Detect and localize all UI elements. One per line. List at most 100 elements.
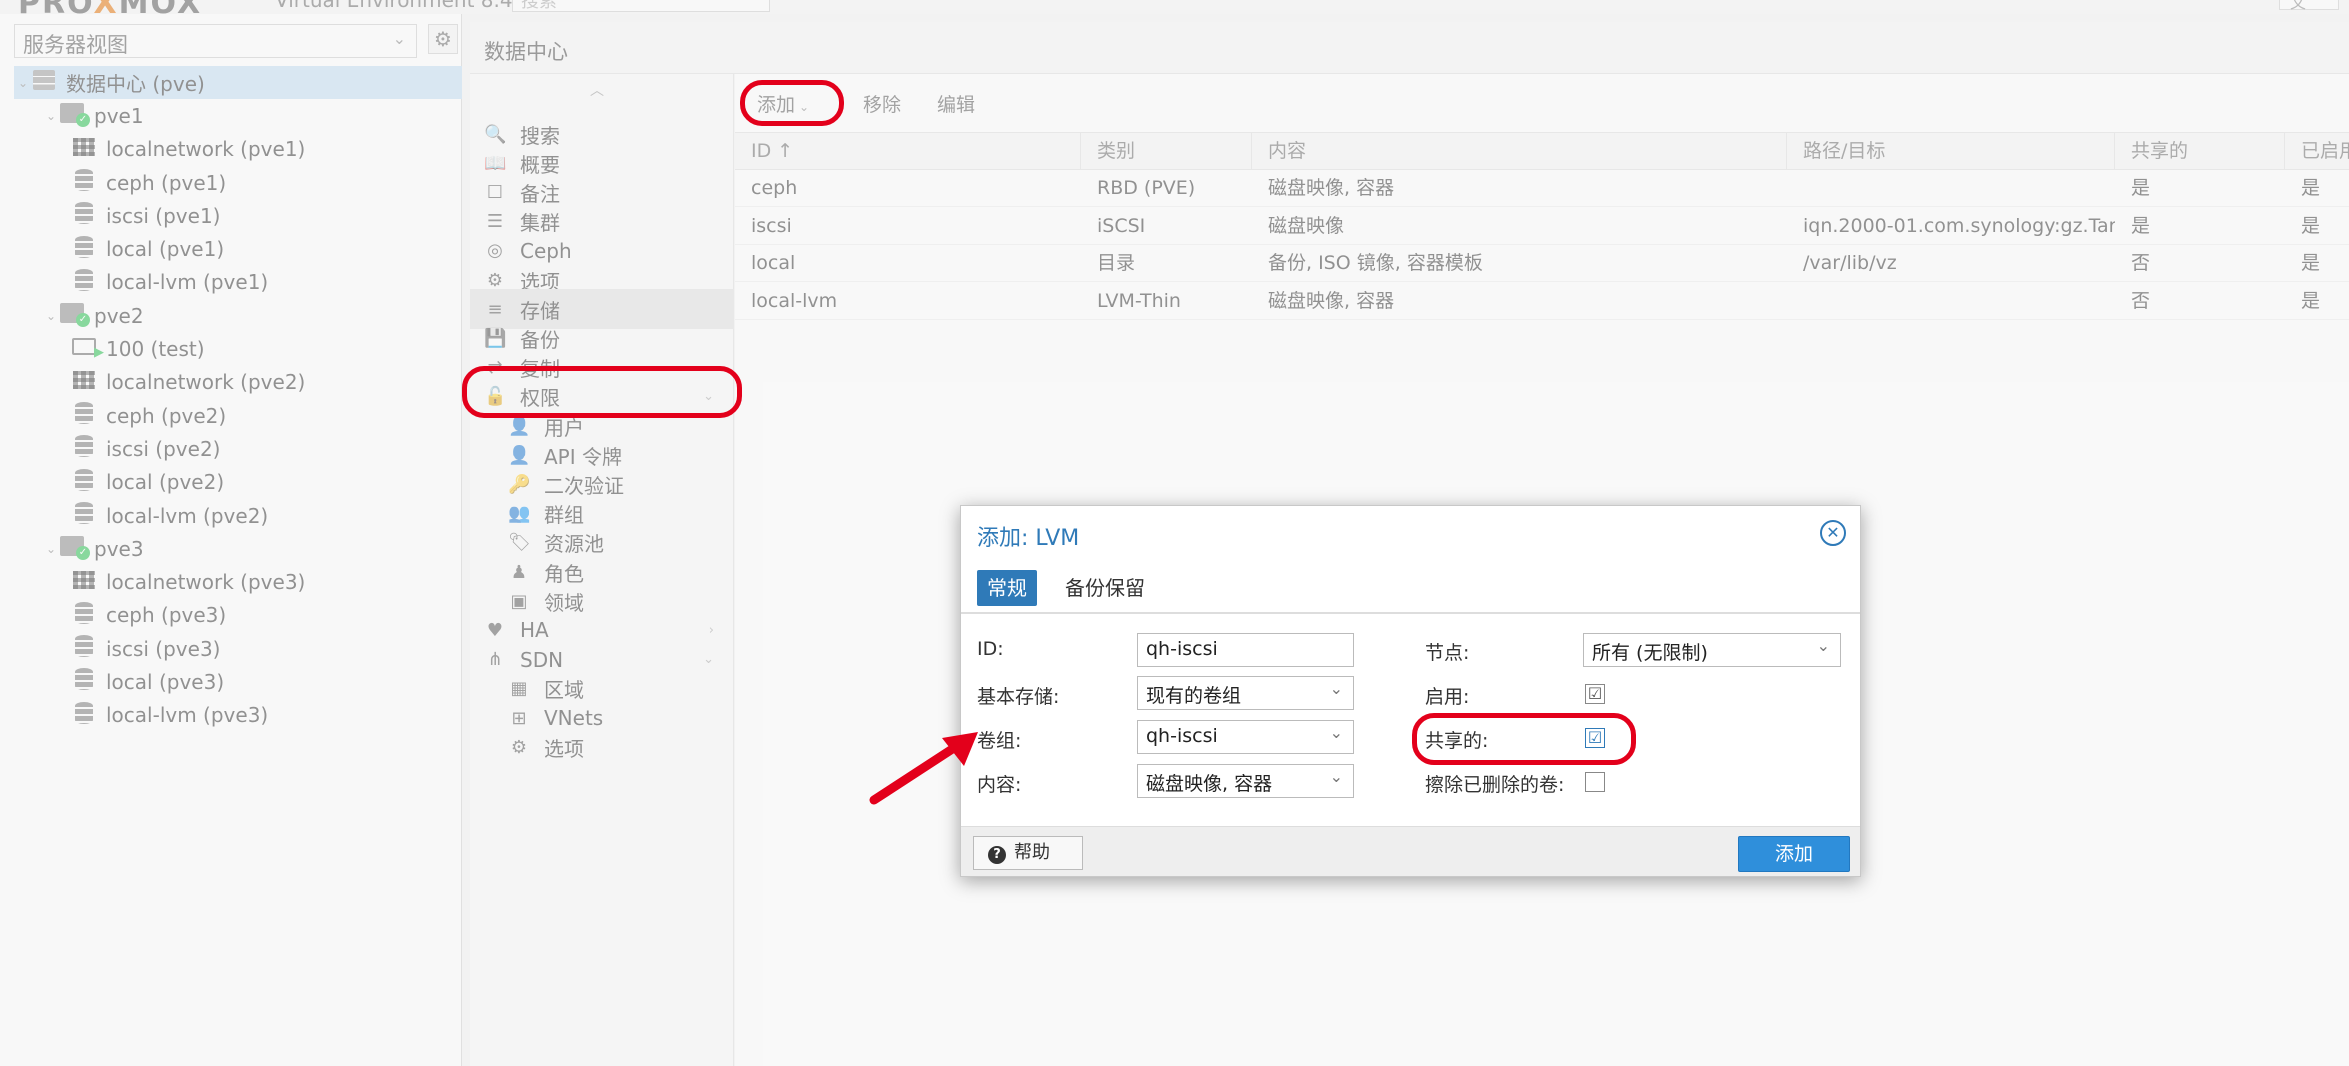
help-button[interactable]: ? 帮助 [973, 836, 1083, 870]
table-cell: local [751, 252, 796, 274]
base-storage-select[interactable]: 现有的卷组 ⌄ [1137, 676, 1354, 710]
tree-item[interactable]: ceph (pve1) [14, 166, 462, 199]
chevron-down-icon: ⌄ [1329, 679, 1343, 698]
node-online-icon-shape [60, 103, 90, 128]
tree-item[interactable]: 100 (test) [14, 332, 462, 365]
tree-item[interactable]: local (pve1) [14, 232, 462, 265]
nav-icon: ▦ [510, 678, 528, 700]
tree-item[interactable]: ⌄ 数据中心 (pve) [14, 66, 462, 100]
storage-icon [72, 601, 96, 629]
expand-toggle-icon[interactable]: ⌄ [42, 309, 60, 323]
tree-item[interactable]: iscsi (pve2) [14, 432, 462, 465]
storage-icon-shape [75, 668, 93, 691]
view-select[interactable]: 服务器视图 ⌄ [14, 24, 417, 58]
storage-icon [72, 402, 96, 429]
storage-icon-shape [75, 468, 93, 491]
tab-general[interactable]: 常规 [977, 570, 1037, 606]
tree-item[interactable]: ceph (pve3) [14, 599, 462, 632]
column-header[interactable]: 共享的 [2115, 133, 2285, 169]
close-icon[interactable]: ✕ [1820, 520, 1846, 546]
nav-icon: 💾 [484, 327, 507, 349]
table-row[interactable]: local-lvm LVM-Thin 磁盘映像, 容器 否 是 [735, 283, 2349, 320]
nav-item-21[interactable]: ⚙ 选项 [470, 727, 734, 767]
table-row[interactable]: iscsi iSCSI 磁盘映像 iqn.2000-01.com.synology:g… [735, 208, 2349, 245]
chevron-down-icon: ⌄ [1329, 767, 1343, 786]
volume-group-select[interactable]: qh-iscsi ⌄ [1137, 720, 1354, 754]
table-cell: 否 [2131, 252, 2151, 274]
column-header[interactable]: 路径/目标 [1787, 133, 2115, 169]
column-header[interactable]: 内容 [1252, 133, 1787, 169]
tree-item[interactable]: localnetwork (pve3) [14, 565, 462, 598]
storage-icon-shape [75, 268, 93, 291]
tree-item[interactable]: local (pve3) [14, 665, 462, 698]
shared-label: 共享的: [1425, 730, 1489, 752]
dialog-add-button[interactable]: 添加 [1738, 836, 1850, 872]
documentation-button[interactable]: 文 [2279, 0, 2339, 12]
tree-item[interactable]: ceph (pve2) [14, 399, 462, 432]
expand-toggle-icon[interactable]: ⌄ [42, 109, 60, 123]
storage-icon-shape [75, 635, 93, 658]
nav-icon: ⇄ [487, 357, 503, 379]
content-label: 内容: [977, 774, 1022, 796]
global-search-input[interactable]: 搜索 [512, 0, 770, 12]
id-label: ID: [977, 638, 1004, 660]
tree-item[interactable]: local-lvm (pve1) [14, 266, 462, 299]
nodes-select[interactable]: 所有 (无限制) ⌄ [1583, 633, 1841, 667]
tree-item[interactable]: local-lvm (pve3) [14, 699, 462, 732]
id-field[interactable]: qh-iscsi [1137, 633, 1354, 667]
vm-running-icon [72, 338, 104, 360]
storage-icon-shape [75, 435, 93, 458]
tree-item[interactable]: iscsi (pve3) [14, 632, 462, 665]
table-row[interactable]: local 目录 备份, ISO 镜像, 容器模板/var/lib/vz 否 是 [735, 245, 2349, 282]
network-icon-shape [73, 570, 95, 589]
storage-icon [72, 701, 96, 729]
tree-item[interactable]: ⌄ pve1 [14, 99, 462, 132]
nav-icon: ▣ [510, 590, 528, 612]
tab-backup-retention[interactable]: 备份保留 [1055, 570, 1155, 606]
expand-toggle-icon[interactable]: ⌄ [14, 76, 32, 90]
tree-item[interactable]: localnetwork (pve1) [14, 133, 462, 166]
nav-icon: ≡ [487, 298, 503, 320]
table-cell: local-lvm [751, 289, 838, 312]
tree-item[interactable]: localnetwork (pve2) [14, 366, 462, 399]
tree-item-label: local-lvm (pve1) [106, 270, 269, 295]
tree-item-label: iscsi (pve2) [106, 436, 221, 461]
table-row[interactable]: ceph RBD (PVE) 磁盘映像, 容器 是 是 [735, 170, 2349, 207]
column-header[interactable]: ID ↑ [735, 133, 1081, 169]
tree-item[interactable]: iscsi (pve1) [14, 199, 462, 232]
edit-button[interactable]: 编辑 [925, 86, 987, 118]
remove-button[interactable]: 移除 [851, 86, 913, 118]
nav-icon: 🔑 [508, 473, 531, 495]
network-icon-shape [73, 137, 95, 156]
nav-icon: ☰ [486, 211, 504, 233]
content-select[interactable]: 磁盘映像, 容器 ⌄ [1137, 764, 1354, 798]
storage-icon-shape [75, 235, 93, 258]
enable-label: 启用: [1425, 686, 1470, 708]
wipe-removed-volumes-checkbox[interactable] [1585, 772, 1605, 792]
expand-icon[interactable]: ⌄ [703, 389, 714, 404]
tree-item-label: iscsi (pve1) [106, 203, 221, 228]
node-online-icon [60, 536, 90, 561]
table-cell: ceph [751, 177, 798, 199]
tree-item[interactable]: ⌄ pve3 [14, 532, 462, 565]
column-header[interactable]: 类别 [1081, 133, 1252, 169]
enable-checkbox[interactable]: ☑ [1585, 684, 1605, 704]
dialog-footer: ? 帮助 添加 [961, 826, 1860, 876]
tree-item[interactable]: local (pve2) [14, 466, 462, 499]
gear-icon[interactable]: ⚙ [428, 24, 458, 54]
column-header[interactable]: 已启用 [2285, 133, 2349, 169]
expand-toggle-icon[interactable]: ⌄ [42, 542, 60, 556]
tree-item[interactable]: ⌄ pve2 [14, 299, 462, 332]
tree-item-label: ceph (pve1) [106, 170, 227, 195]
table-cell: iSCSI [1097, 214, 1146, 237]
expand-icon[interactable]: ⌄ [703, 652, 714, 667]
add-button[interactable]: 添加 ⌄ [745, 86, 821, 118]
tree-item-label: localnetwork (pve3) [106, 570, 306, 595]
expand-icon[interactable]: › [709, 623, 714, 638]
page-title: 数据中心 [484, 40, 568, 64]
storage-icon-shape [75, 701, 93, 724]
tree-item[interactable]: local-lvm (pve2) [14, 499, 462, 532]
storage-icon [72, 468, 96, 496]
collapse-icon[interactable]: ︿ [590, 80, 604, 100]
shared-checkbox[interactable]: ☑ [1585, 728, 1605, 748]
